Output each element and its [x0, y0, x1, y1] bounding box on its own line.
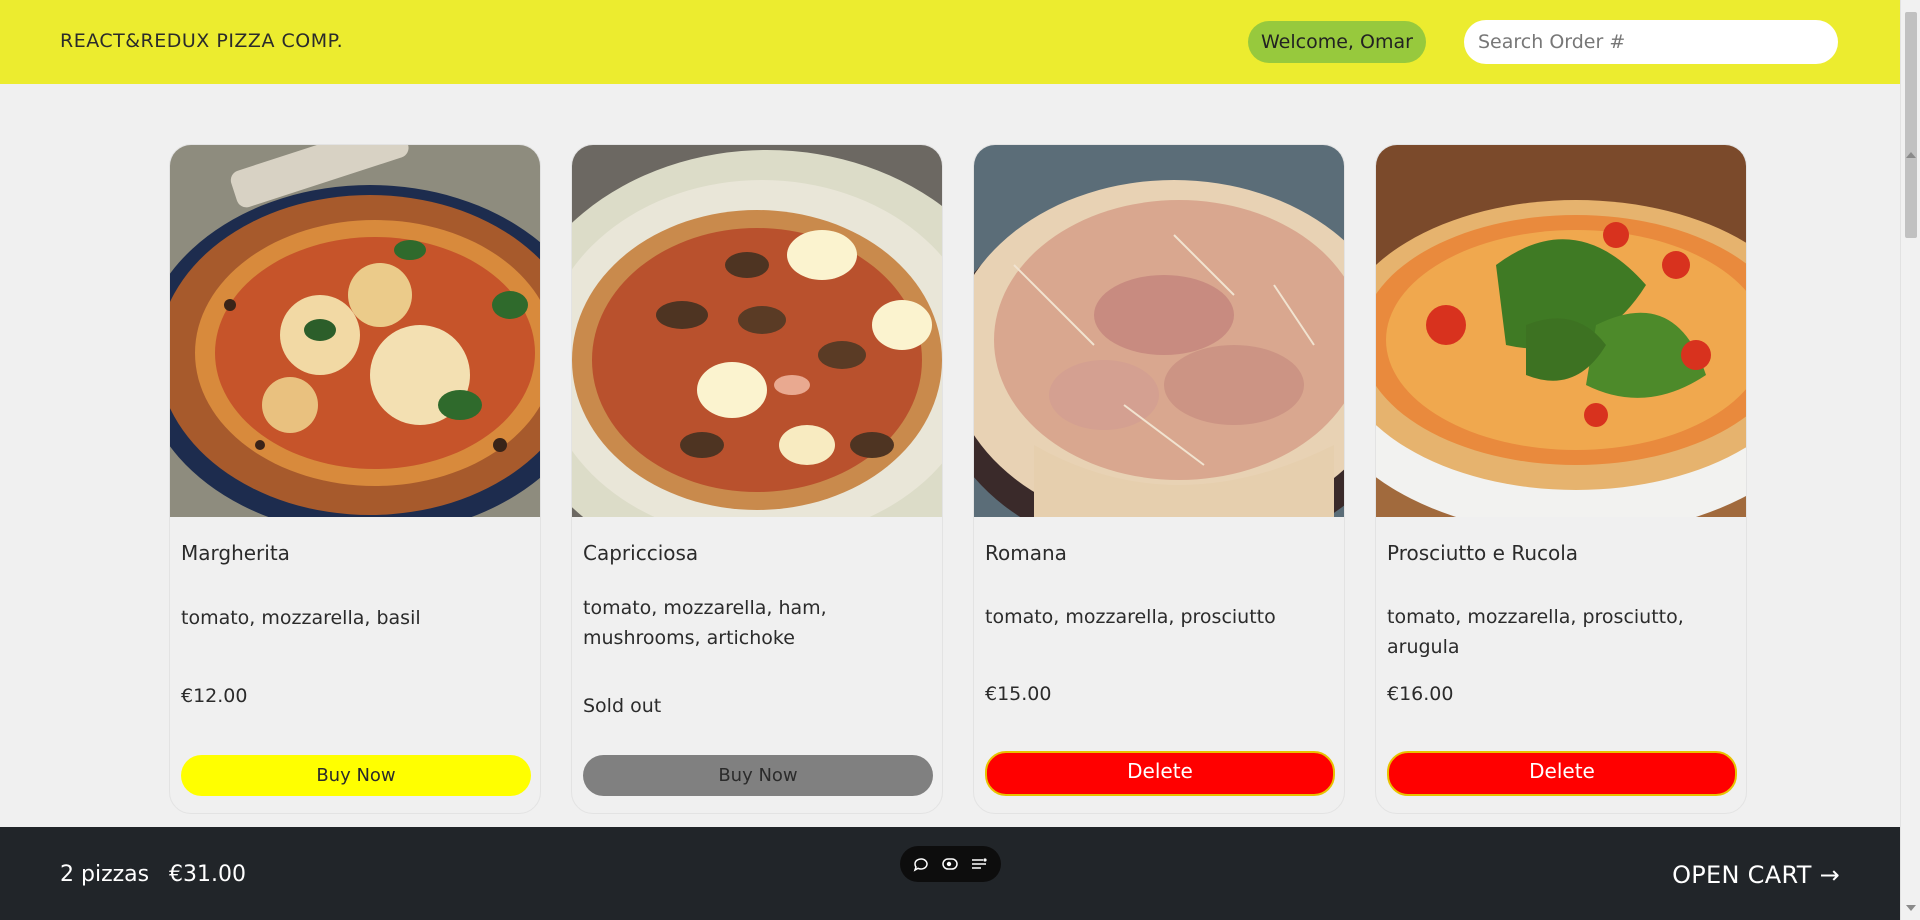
welcome-badge: Welcome, Omar — [1248, 21, 1426, 63]
pizza-image — [572, 145, 942, 517]
brand-title[interactable]: REACT&REDUX PIZZA COMP. — [60, 30, 343, 52]
search-order-input[interactable] — [1464, 20, 1838, 64]
pizza-ingredients: tomato, mozzarella, prosciutto — [985, 606, 1276, 628]
buy-now-button[interactable]: Buy Now — [181, 755, 531, 796]
cart-pizza-count: 2 pizzas — [60, 862, 150, 887]
menu-lines-icon[interactable] — [970, 855, 988, 873]
scroll-thumb[interactable] — [1905, 12, 1917, 238]
pizza-price: €12.00 — [181, 685, 248, 707]
sold-out-label: Sold out — [583, 695, 662, 717]
delete-button[interactable]: Delete — [985, 751, 1335, 796]
cart-total-price: €31.00 — [169, 862, 246, 887]
delete-button[interactable]: Delete — [1387, 751, 1737, 796]
buy-now-button-disabled[interactable]: Buy Now — [583, 755, 933, 796]
pizza-image — [170, 145, 540, 517]
page-scrollbar[interactable] — [1900, 0, 1920, 920]
pizza-name: Margherita — [181, 541, 290, 565]
scroll-up-icon[interactable] — [1906, 152, 1916, 158]
open-cart-link[interactable]: OPEN CART → — [1672, 861, 1840, 889]
eye-icon[interactable] — [941, 855, 959, 873]
pizza-card: Capricciosa tomato, mozzarella, ham, mus… — [571, 144, 943, 814]
pizza-ingredients: tomato, mozzarella, basil — [181, 607, 421, 629]
pizza-price: €15.00 — [985, 683, 1052, 705]
pizza-price: €16.00 — [1387, 683, 1454, 705]
pizza-image — [974, 145, 1344, 517]
pizza-image — [1376, 145, 1746, 517]
pizza-card: Margherita tomato, mozzarella, basil €12… — [169, 144, 541, 814]
pizza-name: Prosciutto e Rucola — [1387, 541, 1579, 565]
pizza-name: Capricciosa — [583, 541, 699, 565]
app-header: REACT&REDUX PIZZA COMP. Welcome, Omar — [0, 0, 1900, 84]
pizza-card: Romana tomato, mozzarella, prosciutto €1… — [973, 144, 1345, 814]
pizza-menu: Margherita tomato, mozzarella, basil €12… — [169, 144, 1749, 814]
pizza-ingredients: tomato, mozzarella, prosciutto, arugula — [1387, 606, 1684, 658]
pizza-ingredients: tomato, mozzarella, ham, mushrooms, arti… — [583, 597, 827, 649]
floating-toolbar — [900, 846, 1001, 882]
pizza-name: Romana — [985, 541, 1067, 565]
pizza-card: Prosciutto e Rucola tomato, mozzarella, … — [1375, 144, 1747, 814]
scroll-down-icon[interactable] — [1906, 905, 1916, 911]
chat-icon[interactable] — [912, 855, 930, 873]
